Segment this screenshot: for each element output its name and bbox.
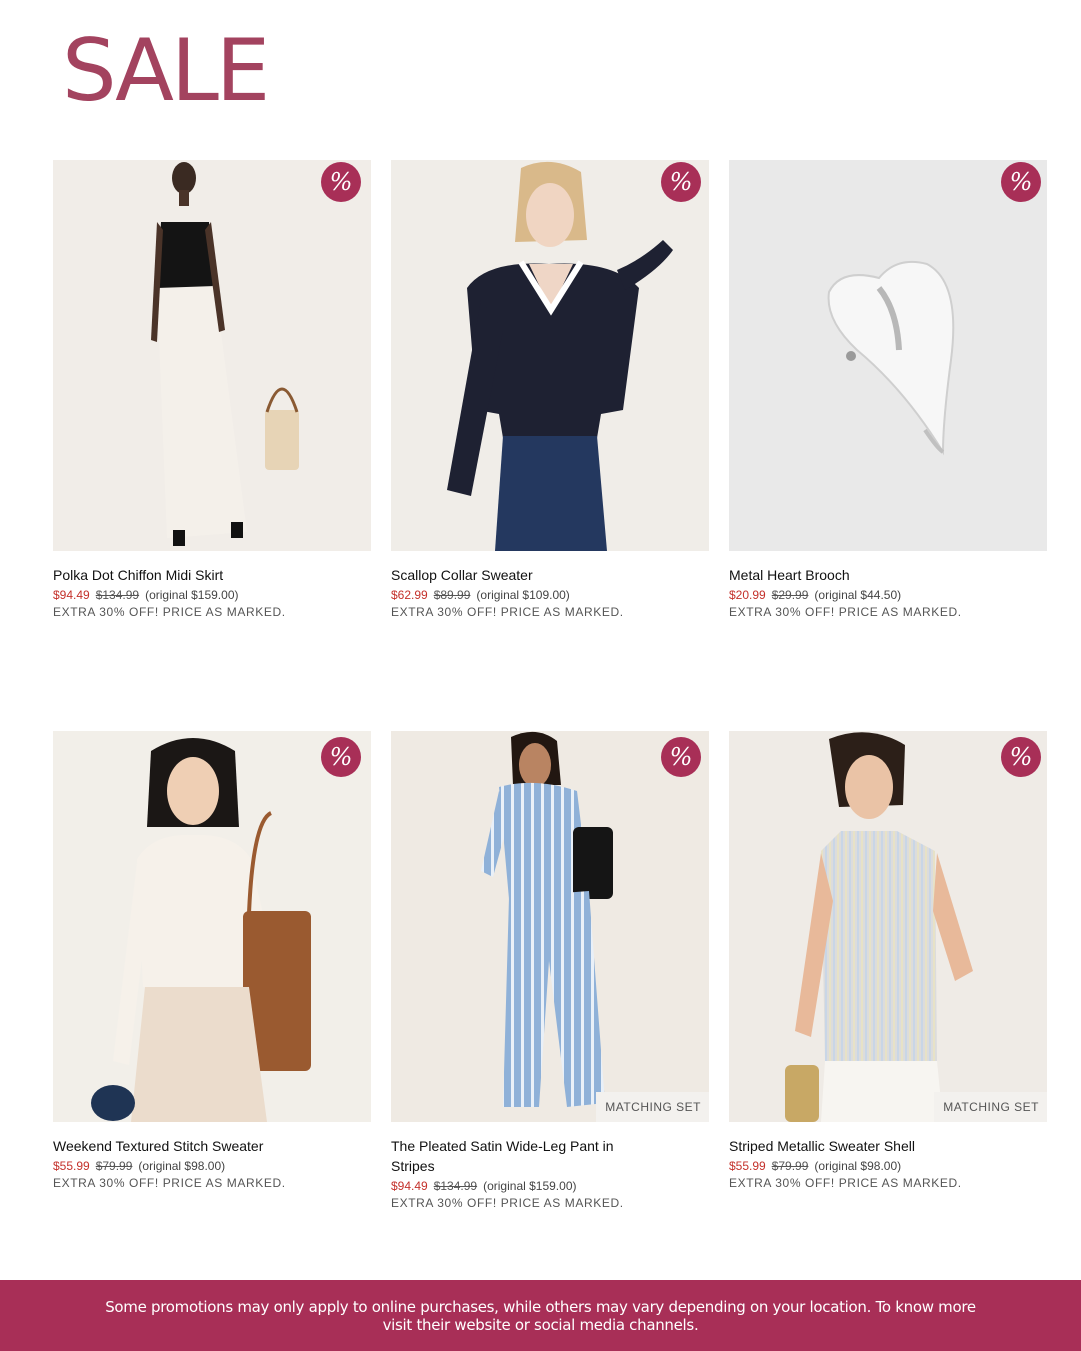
brooch-illustration <box>729 160 1047 551</box>
product-name[interactable]: The Pleated Satin Wide-Leg Pant in Strip… <box>391 1136 641 1176</box>
product-image[interactable]: % <box>729 160 1047 551</box>
model-illustration <box>53 731 371 1122</box>
product-image[interactable]: % <box>53 731 371 1122</box>
product-image[interactable]: % MATCHING SET <box>729 731 1047 1122</box>
was-price: $134.99 <box>95 588 140 602</box>
sale-price: $94.49 <box>53 588 90 602</box>
was-price: $29.99 <box>771 588 809 602</box>
original-price: (original $159.00) <box>145 588 239 602</box>
product-name[interactable]: Striped Metallic Sweater Shell <box>729 1136 1047 1156</box>
price-line: $62.99 $89.99 (original $109.00) <box>391 588 709 602</box>
matching-set-tag: MATCHING SET <box>934 1092 1047 1122</box>
original-price: (original $159.00) <box>483 1179 577 1193</box>
promo-text: EXTRA 30% OFF! PRICE AS MARKED. <box>391 605 624 619</box>
matching-set-tag: MATCHING SET <box>596 1092 709 1122</box>
promo-text: EXTRA 30% OFF! PRICE AS MARKED. <box>729 1176 962 1190</box>
product-name[interactable]: Scallop Collar Sweater <box>391 565 709 585</box>
promo-disclaimer-banner: Some promotions may only apply to online… <box>0 1280 1081 1351</box>
product-card[interactable]: % Scallop Collar Sweater $62.99 $89.99 (or… <box>391 160 709 619</box>
was-price: $79.99 <box>95 1159 133 1173</box>
sale-price: $20.99 <box>729 588 766 602</box>
price-line: $94.49 $134.99 (original $159.00) <box>391 1179 709 1193</box>
price-line: $94.49 $134.99 (original $159.00) <box>53 588 371 602</box>
price-line: $20.99 $29.99 (original $44.50) <box>729 588 1047 602</box>
was-price: $134.99 <box>433 1179 478 1193</box>
model-illustration <box>729 731 1047 1122</box>
promo-text: EXTRA 30% OFF! PRICE AS MARKED. <box>53 605 286 619</box>
percent-icon: % <box>321 162 361 202</box>
original-price: (original $98.00) <box>138 1159 226 1173</box>
percent-icon: % <box>1001 162 1041 202</box>
product-card[interactable]: % MATCHING SET The Pleated Satin Wide-Le… <box>391 731 709 1210</box>
sale-price: $94.49 <box>391 1179 428 1193</box>
percent-icon: % <box>661 162 701 202</box>
disclaimer-text: Some promotions may only apply to online… <box>105 1297 976 1334</box>
product-name[interactable]: Weekend Textured Stitch Sweater <box>53 1136 371 1156</box>
percent-icon: % <box>1001 737 1041 777</box>
model-illustration <box>391 731 709 1122</box>
promo-text: EXTRA 30% OFF! PRICE AS MARKED. <box>729 605 962 619</box>
product-image[interactable]: % <box>53 160 371 551</box>
price-line: $55.99 $79.99 (original $98.00) <box>53 1159 371 1173</box>
original-price: (original $109.00) <box>476 588 570 602</box>
percent-icon: % <box>661 737 701 777</box>
promo-text: EXTRA 30% OFF! PRICE AS MARKED. <box>53 1176 286 1190</box>
percent-icon: % <box>321 737 361 777</box>
product-card[interactable]: % Polka Dot Chiffon Midi Skirt $94.49 $13… <box>53 160 371 619</box>
sale-price: $62.99 <box>391 588 428 602</box>
original-price: (original $98.00) <box>814 1159 902 1173</box>
model-illustration <box>391 160 709 551</box>
promo-text: EXTRA 30% OFF! PRICE AS MARKED. <box>391 1196 624 1210</box>
was-price: $79.99 <box>771 1159 809 1173</box>
product-name[interactable]: Polka Dot Chiffon Midi Skirt <box>53 565 371 585</box>
original-price: (original $44.50) <box>814 588 902 602</box>
price-line: $55.99 $79.99 (original $98.00) <box>729 1159 1047 1173</box>
product-name[interactable]: Metal Heart Brooch <box>729 565 1047 585</box>
product-card[interactable]: % Weekend Textured Stitch Sweater $55.99… <box>53 731 371 1190</box>
product-image[interactable]: % MATCHING SET <box>391 731 709 1122</box>
product-card[interactable]: % Metal Heart Brooch $20.99 $29.99 (origin… <box>729 160 1047 619</box>
product-card[interactable]: % MATCHING SET Striped Metallic Sweater … <box>729 731 1047 1190</box>
model-illustration <box>53 160 371 551</box>
was-price: $89.99 <box>433 588 471 602</box>
page-title: SALE <box>62 21 270 121</box>
product-image[interactable]: % <box>391 160 709 551</box>
sale-price: $55.99 <box>729 1159 766 1173</box>
sale-price: $55.99 <box>53 1159 90 1173</box>
